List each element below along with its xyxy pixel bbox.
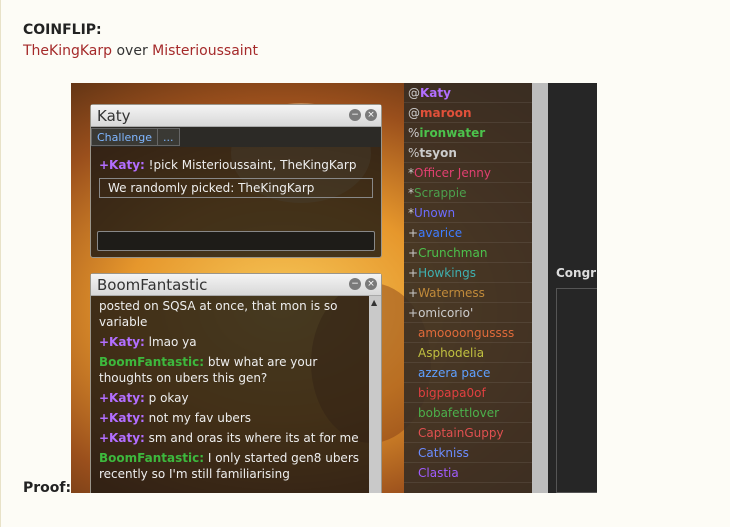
- message-user[interactable]: +Katy:: [99, 335, 145, 349]
- user-name[interactable]: amoooongussss: [408, 326, 514, 340]
- user-list-item[interactable]: Catkniss: [404, 443, 532, 463]
- user-rank: %: [408, 126, 420, 140]
- user-name[interactable]: ironwater: [419, 126, 485, 140]
- katy-panel-header: Katy − ×: [91, 105, 381, 127]
- user-rank: +: [408, 266, 419, 280]
- user-name[interactable]: Clastia: [408, 466, 459, 480]
- close-icon[interactable]: ×: [365, 109, 377, 121]
- user-list: @Katy @maroon %ironwater %tsyon *Officer Jen…: [404, 83, 532, 493]
- user-name[interactable]: Watermess: [418, 286, 485, 300]
- battle-heading: Congr: [556, 266, 597, 280]
- user-list-item[interactable]: +avarice: [404, 223, 532, 243]
- userlist-scrollbar[interactable]: [532, 83, 548, 493]
- message-text: lmao ya: [148, 335, 197, 349]
- user-name[interactable]: bobafettlover: [408, 406, 499, 420]
- minimize-icon[interactable]: −: [349, 278, 361, 290]
- chat-message: BoomFantastic: I only started gen8 ubers…: [91, 448, 369, 484]
- chat-scrollbar[interactable]: ▲: [369, 296, 381, 493]
- user-list-item[interactable]: +Watermess: [404, 283, 532, 303]
- user-list-item[interactable]: +Howkings: [404, 263, 532, 283]
- message-text: not my fav ubers: [148, 411, 251, 425]
- user-list-item[interactable]: CaptainGuppy: [404, 423, 532, 443]
- chat-message: +Katy: not my fav ubers: [91, 408, 369, 428]
- chat-message: +Katy: sm and oras its where its at for …: [91, 428, 369, 448]
- boom-panel-title: BoomFantastic: [97, 276, 208, 294]
- message-user[interactable]: +Katy:: [99, 158, 145, 172]
- chat-message: +Katy: p okay: [91, 388, 369, 408]
- katy-chat-panel: Katy − × Challenge ... +Katy: !pick Mist…: [90, 104, 382, 258]
- message-user[interactable]: +Katy:: [99, 391, 145, 405]
- user-list-item[interactable]: *Unown: [404, 203, 532, 223]
- loser-link[interactable]: Misterioussaint: [152, 43, 258, 59]
- over-text: over: [112, 43, 153, 59]
- post-title: COINFLIP:: [23, 22, 102, 38]
- chat-message: BoomFantastic: btw what are your thought…: [91, 352, 369, 388]
- user-rank: +: [408, 306, 419, 320]
- user-name[interactable]: CaptainGuppy: [408, 426, 504, 440]
- user-list-item[interactable]: @Katy: [404, 83, 532, 103]
- user-list-item[interactable]: %ironwater: [404, 123, 532, 143]
- user-list-item[interactable]: %tsyon: [404, 143, 532, 163]
- message-text: p okay: [148, 391, 189, 405]
- tab-more[interactable]: ...: [157, 128, 180, 146]
- user-name[interactable]: avarice: [418, 226, 462, 240]
- close-icon[interactable]: ×: [365, 278, 377, 290]
- user-list-item[interactable]: azzera pace: [404, 363, 532, 383]
- user-name[interactable]: Scrappie: [414, 186, 466, 200]
- message-text: posted on SQSA at once, that mon is so v…: [99, 299, 338, 329]
- user-name[interactable]: Crunchman: [418, 246, 487, 260]
- user-list-item[interactable]: Asphodelia: [404, 343, 532, 363]
- user-name[interactable]: bigpapa0of: [408, 386, 486, 400]
- minimize-icon[interactable]: −: [349, 109, 361, 121]
- message-user[interactable]: BoomFantastic:: [99, 355, 204, 369]
- user-name[interactable]: maroon: [420, 106, 472, 120]
- user-list-item[interactable]: *Officer Jenny: [404, 163, 532, 183]
- proof-screenshot: Katy − × Challenge ... +Katy: !pick Mist…: [71, 83, 597, 493]
- user-list-item[interactable]: bigpapa0of: [404, 383, 532, 403]
- winner-link[interactable]: TheKingKarp: [23, 43, 112, 59]
- user-list-item[interactable]: bobafettlover: [404, 403, 532, 423]
- user-name[interactable]: omicorio': [418, 306, 473, 320]
- chat-message: +Katy: lmao ya: [91, 332, 369, 352]
- user-name[interactable]: Officer Jenny: [414, 166, 491, 180]
- proof-label: Proof:: [23, 480, 72, 496]
- katy-panel-title: Katy: [97, 107, 131, 125]
- katy-chat-input[interactable]: [97, 231, 375, 251]
- user-rank: +: [408, 286, 419, 300]
- user-name[interactable]: Howkings: [418, 266, 476, 280]
- tab-challenge[interactable]: Challenge: [91, 128, 158, 146]
- user-list-item[interactable]: *Scrappie: [404, 183, 532, 203]
- random-pick-result: We randomly picked: TheKingKarp: [99, 178, 373, 198]
- user-name[interactable]: Katy: [420, 86, 451, 100]
- user-rank: @: [408, 106, 420, 120]
- coinflip-result: TheKingKarp over Misterioussaint: [23, 43, 258, 59]
- boom-chat-panel: BoomFantastic − × posted on SQSA at once…: [90, 273, 382, 493]
- user-name[interactable]: Catkniss: [408, 446, 469, 460]
- user-rank: @: [408, 86, 420, 100]
- user-rank: +: [408, 246, 419, 260]
- katy-tabs: Challenge ...: [91, 127, 381, 147]
- message-user[interactable]: +Katy:: [99, 411, 145, 425]
- boom-panel-header: BoomFantastic − ×: [91, 274, 381, 296]
- user-list-item[interactable]: @maroon: [404, 103, 532, 123]
- chat-message: +Katy: !pick Misterioussaint, TheKingKar…: [91, 155, 381, 175]
- message-text: !pick Misterioussaint, TheKingKarp: [148, 158, 357, 172]
- user-name[interactable]: azzera pace: [408, 366, 490, 380]
- message-user[interactable]: BoomFantastic:: [99, 451, 204, 465]
- user-name[interactable]: tsyon: [419, 146, 457, 160]
- message-text: sm and oras its where its at for me: [148, 431, 359, 445]
- user-list-item[interactable]: +Crunchman: [404, 243, 532, 263]
- scroll-up-icon[interactable]: ▲: [371, 298, 377, 307]
- user-rank: +: [408, 226, 419, 240]
- message-user[interactable]: +Katy:: [99, 431, 145, 445]
- user-list-item[interactable]: +omicorio': [404, 303, 532, 323]
- user-list-item[interactable]: Clastia: [404, 463, 532, 483]
- battle-box: [556, 288, 597, 493]
- user-name[interactable]: Asphodelia: [408, 346, 484, 360]
- user-name[interactable]: Unown: [414, 206, 455, 220]
- user-list-item[interactable]: amoooongussss: [404, 323, 532, 343]
- user-rank: %: [408, 146, 420, 160]
- chat-message: posted on SQSA at once, that mon is so v…: [91, 296, 369, 332]
